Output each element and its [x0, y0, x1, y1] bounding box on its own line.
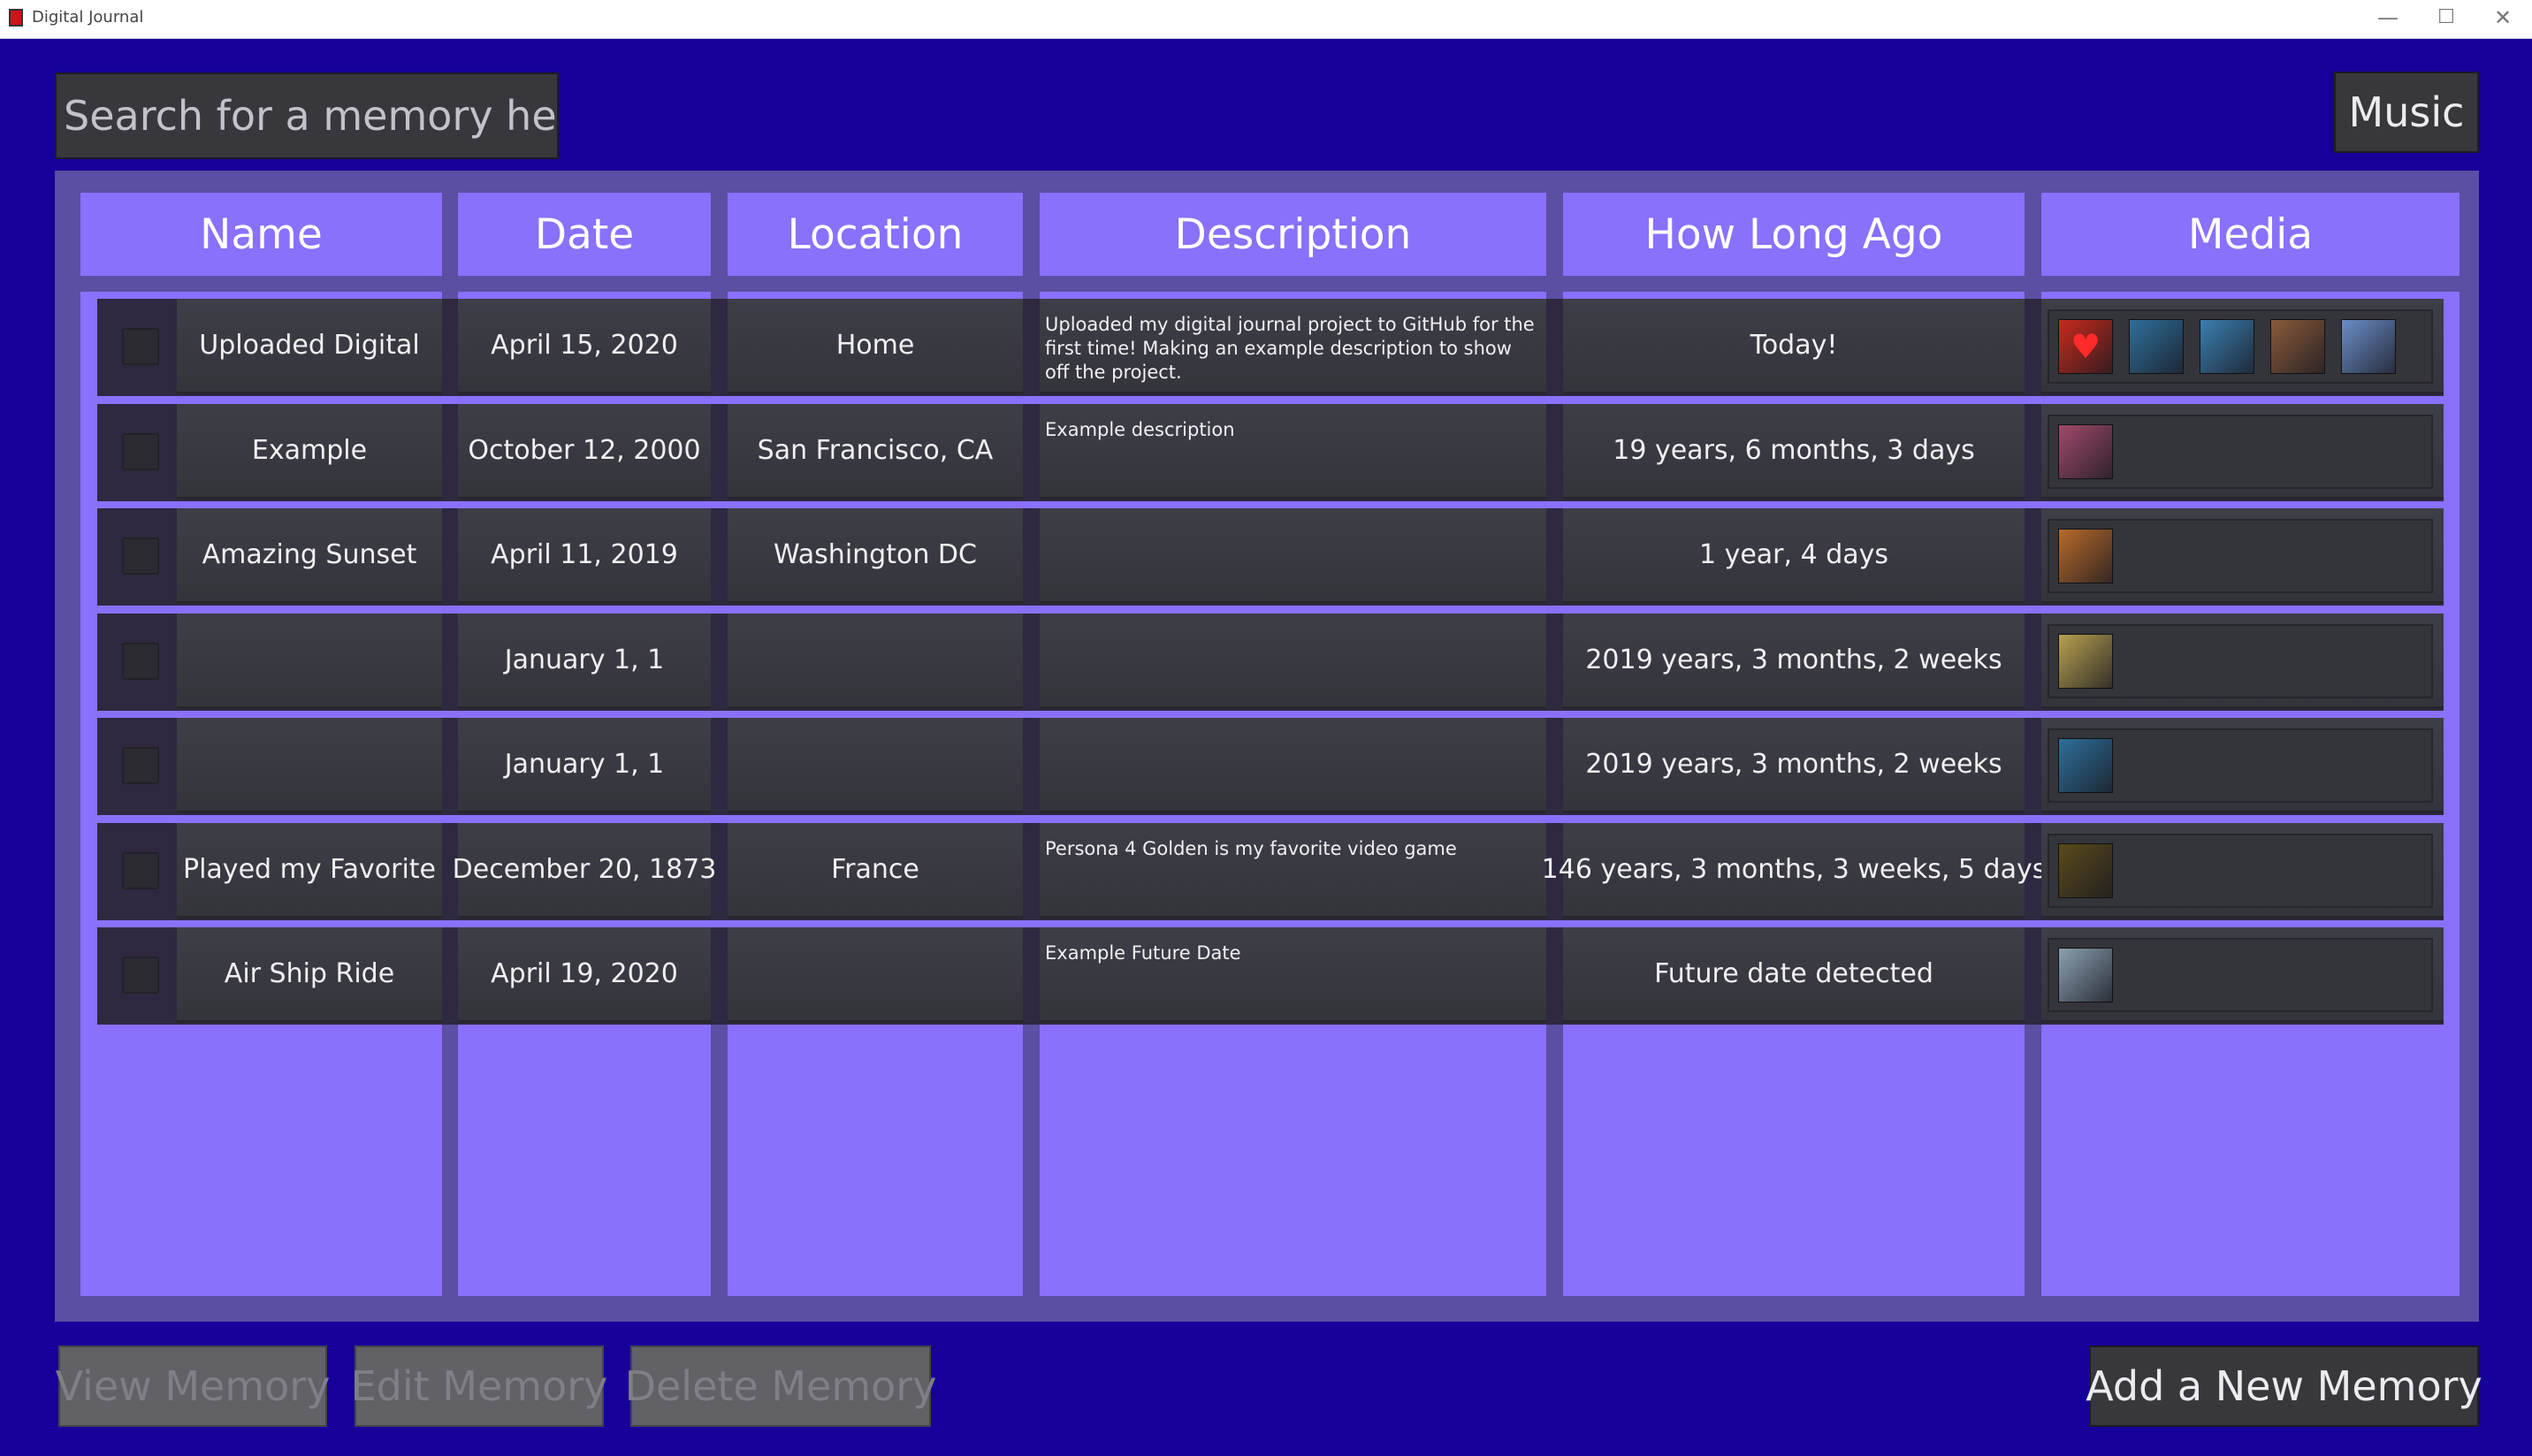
cell-how-long-ago: 2019 years, 3 months, 2 weeks [1563, 718, 2025, 813]
cell-description [1040, 614, 1546, 709]
row-select-checkbox[interactable] [122, 537, 159, 575]
cell-name: Amazing Sunset [177, 508, 442, 604]
header-divider [1040, 276, 1546, 292]
island-thumbnail[interactable] [2129, 319, 2184, 374]
cell-date: January 1, 1 [458, 614, 711, 709]
row-select-checkbox[interactable] [122, 328, 159, 365]
header-divider [1563, 276, 2025, 292]
game-thumbnail[interactable] [2058, 843, 2113, 898]
media-strip[interactable] [2048, 415, 2433, 489]
row-select-checkbox[interactable] [122, 852, 159, 889]
airship-thumbnail[interactable] [2058, 948, 2113, 1002]
delete-memory-button[interactable]: Delete Memory [625, 1345, 936, 1427]
media-strip[interactable] [2048, 728, 2433, 803]
row-divider [97, 815, 2444, 823]
row-select-checkbox[interactable] [122, 433, 159, 470]
row-select-checkbox[interactable] [122, 643, 159, 680]
cell-how-long-ago: Today! [1563, 299, 2025, 394]
cell-description: Example description [1040, 404, 1546, 499]
cell-description: Uploaded my digital journal project to G… [1040, 299, 1546, 394]
media-strip[interactable] [2048, 624, 2433, 698]
cell-description [1040, 508, 1546, 604]
header-location[interactable]: Location [728, 193, 1023, 276]
cell-location: Home [728, 299, 1023, 394]
header-divider [458, 276, 711, 292]
heart-icon: ♥ [2070, 327, 2101, 366]
cell-location [728, 718, 1023, 813]
media-strip[interactable] [2048, 519, 2433, 593]
cell-name: Played my Favorite [177, 823, 442, 919]
cell-location: France [728, 823, 1023, 919]
header-media[interactable]: Media [2041, 193, 2460, 276]
maximize-icon[interactable]: ☐ [2417, 0, 2475, 38]
characters-thumbnail[interactable] [2058, 424, 2113, 479]
app-icon [9, 9, 23, 27]
header-date[interactable]: Date [458, 193, 711, 276]
cell-how-long-ago: 146 years, 3 months, 3 weeks, 5 days [1542, 823, 2046, 919]
window-title-bar: Digital Journal — ☐ ✕ [0, 0, 2532, 39]
mountain-thumbnail[interactable] [2200, 319, 2254, 374]
header-name[interactable]: Name [80, 193, 442, 276]
header-divider [80, 276, 442, 292]
add-memory-button[interactable]: Add a New Memory [2086, 1345, 2482, 1427]
search-input[interactable] [55, 72, 559, 159]
media-strip[interactable] [2048, 834, 2433, 908]
cell-description [1040, 718, 1546, 813]
cell-location [728, 614, 1023, 709]
island-thumbnail[interactable] [2058, 738, 2113, 793]
header-how-long-ago[interactable]: How Long Ago [1563, 193, 2025, 276]
cell-description: Example Future Date [1040, 927, 1546, 1023]
cell-date: October 12, 2000 [458, 404, 711, 499]
cell-location [728, 927, 1023, 1023]
minimize-icon[interactable]: — [2359, 0, 2417, 38]
cell-name [177, 614, 442, 709]
cell-name: Uploaded Digital [177, 299, 442, 394]
cell-date: January 1, 1 [458, 718, 711, 813]
cell-location: San Francisco, CA [728, 404, 1023, 499]
cell-location: Washington DC [728, 508, 1023, 604]
header-description[interactable]: Description [1040, 193, 1546, 276]
music-button[interactable]: Music [2334, 72, 2479, 153]
characters-thumbnail[interactable] [2058, 634, 2113, 689]
heart-thumbnail[interactable]: ♥ [2058, 319, 2113, 374]
row-select-checkbox[interactable] [122, 747, 159, 784]
cell-name: Air Ship Ride [177, 927, 442, 1023]
cell-date: December 20, 1873 [453, 823, 716, 919]
header-divider [2041, 276, 2460, 292]
cell-how-long-ago: 19 years, 6 months, 3 days [1563, 404, 2025, 499]
sunset-city-thumbnail[interactable] [2270, 319, 2325, 374]
row-divider [97, 606, 2444, 614]
view-memory-button[interactable]: View Memory [56, 1345, 330, 1427]
cell-how-long-ago: 2019 years, 3 months, 2 weeks [1563, 614, 2025, 709]
edit-memory-button[interactable]: Edit Memory [351, 1345, 607, 1427]
cell-name [177, 718, 442, 813]
anime-thumbnail[interactable] [2341, 319, 2396, 374]
cell-how-long-ago: 1 year, 4 days [1563, 508, 2025, 604]
cell-date: April 15, 2020 [458, 299, 711, 394]
header-divider [728, 276, 1023, 292]
media-strip[interactable]: ♥ [2048, 309, 2433, 384]
row-select-checkbox[interactable] [122, 957, 159, 994]
close-icon[interactable]: ✕ [2474, 0, 2532, 38]
cell-date: April 11, 2019 [458, 508, 711, 604]
window-title: Digital Journal [32, 8, 144, 27]
cell-name: Example [177, 404, 442, 499]
sunset-thumbnail[interactable] [2058, 529, 2113, 583]
cell-description: Persona 4 Golden is my favorite video ga… [1040, 823, 1546, 919]
cell-date: April 19, 2020 [458, 927, 711, 1023]
cell-how-long-ago: Future date detected [1563, 927, 2025, 1023]
row-divider [97, 396, 2444, 404]
media-strip[interactable] [2048, 938, 2433, 1012]
